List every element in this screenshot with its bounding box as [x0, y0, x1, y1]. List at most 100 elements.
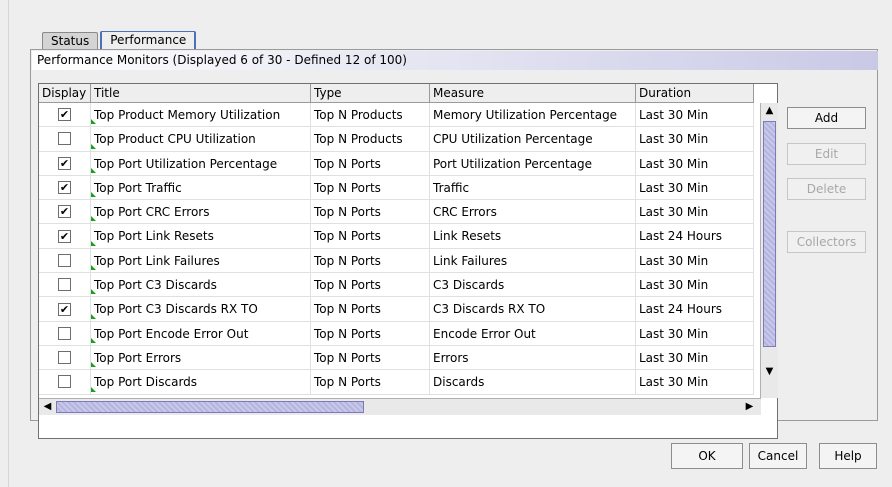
table-row[interactable]: Top Port C3 Discards Top N Ports C3 Disc… — [39, 273, 754, 298]
cell-title: Top Port Link Resets — [91, 224, 311, 249]
cell-measure: Errors — [430, 345, 636, 371]
display-checkbox[interactable] — [58, 132, 71, 146]
table-row[interactable]: Top Port Discards Top N Ports Discards L… — [39, 370, 754, 395]
cancel-button[interactable]: Cancel — [749, 443, 807, 469]
cell-duration: Last 24 Hours — [636, 297, 754, 322]
collectors-button[interactable]: Collectors — [787, 231, 866, 253]
display-checkbox[interactable]: ✔ — [58, 302, 71, 316]
dialog-frame: Status Performance Performance Monitors … — [8, 0, 892, 487]
cell-type: Top N Ports — [311, 175, 430, 201]
tab-status[interactable]: Status — [42, 32, 99, 49]
edit-button[interactable]: Edit — [787, 143, 866, 165]
column-header-type[interactable]: Type — [311, 84, 430, 103]
table-row[interactable]: ✔ Top Port Traffic Top N Ports Traffic L… — [39, 175, 754, 201]
cell-measure: CPU Utilization Percentage — [430, 127, 636, 152]
display-checkbox[interactable] — [58, 375, 71, 389]
cell-title: Top Port Link Failures — [91, 248, 311, 274]
display-checkbox[interactable]: ✔ — [58, 229, 71, 243]
display-checkbox[interactable] — [58, 326, 71, 340]
table-row[interactable]: Top Product CPU Utilization Top N Produc… — [39, 127, 754, 152]
cell-duration: Last 30 Min — [636, 200, 754, 225]
monitors-table: Display Title Type Measure Duration ✔ To… — [38, 83, 778, 439]
cell-type: Top N Ports — [311, 370, 430, 395]
cell-duration: Last 30 Min — [636, 248, 754, 274]
cell-measure: C3 Discards — [430, 273, 636, 298]
cell-title: Top Port Errors — [91, 345, 311, 371]
cell-duration: Last 30 Min — [636, 151, 754, 176]
table-row[interactable]: ✔ Top Port Link Resets Top N Ports Link … — [39, 224, 754, 249]
cell-measure: Port Utilization Percentage — [430, 151, 636, 176]
scroll-right-icon[interactable]: ▶ — [741, 399, 758, 415]
cell-type: Top N Products — [311, 127, 430, 152]
vertical-scroll-thumb[interactable] — [763, 121, 776, 347]
display-checkbox[interactable] — [58, 253, 71, 267]
tab-performance[interactable]: Performance — [100, 31, 197, 49]
horizontal-scroll-thumb[interactable] — [56, 401, 364, 413]
display-checkbox[interactable]: ✔ — [58, 181, 71, 195]
cell-measure: Traffic — [430, 175, 636, 201]
cell-type: Top N Ports — [311, 151, 430, 176]
cell-type: Top N Ports — [311, 345, 430, 371]
cell-measure: Link Failures — [430, 248, 636, 274]
table-row[interactable]: Top Port Link Failures Top N Ports Link … — [39, 248, 754, 274]
cell-type: Top N Ports — [311, 224, 430, 249]
cell-title: Top Port C3 Discards RX TO — [91, 297, 311, 322]
table-row[interactable]: ✔ Top Port C3 Discards RX TO Top N Ports… — [39, 297, 754, 322]
table-row[interactable]: ✔ Top Port CRC Errors Top N Ports CRC Er… — [39, 200, 754, 225]
scroll-left-icon[interactable]: ◀ — [39, 399, 56, 415]
cell-duration: Last 30 Min — [636, 370, 754, 395]
ok-button[interactable]: OK — [671, 443, 743, 469]
help-button[interactable]: Help — [819, 443, 877, 469]
cell-duration: Last 30 Min — [636, 127, 754, 152]
cell-measure: Discards — [430, 370, 636, 395]
cell-measure: CRC Errors — [430, 200, 636, 225]
cell-duration: Last 24 Hours — [636, 224, 754, 249]
cell-title: Top Product Memory Utilization — [91, 103, 311, 128]
cell-duration: Last 30 Min — [636, 103, 754, 128]
cell-duration: Last 30 Min — [636, 321, 754, 346]
table-row[interactable]: Top Port Errors Top N Ports Errors Last … — [39, 345, 754, 371]
cell-duration: Last 30 Min — [636, 175, 754, 201]
display-checkbox[interactable]: ✔ — [58, 156, 71, 170]
performance-monitors-panel: Performance Monitors (Displayed 6 of 30 … — [30, 49, 878, 439]
table-body: ✔ Top Product Memory Utilization Top N P… — [39, 103, 754, 395]
cell-measure: Encode Error Out — [430, 321, 636, 346]
cell-title: Top Port Encode Error Out — [91, 321, 311, 346]
table-row[interactable]: Top Port Encode Error Out Top N Ports En… — [39, 321, 754, 346]
add-button[interactable]: Add — [787, 107, 866, 129]
cell-title: Top Port Discards — [91, 370, 311, 395]
table-row[interactable]: ✔ Top Product Memory Utilization Top N P… — [39, 103, 754, 128]
cell-type: Top N Ports — [311, 321, 430, 346]
column-header-measure[interactable]: Measure — [430, 84, 636, 103]
scroll-up-icon[interactable]: ▲ — [761, 103, 778, 119]
display-checkbox[interactable]: ✔ — [58, 205, 71, 219]
cell-type: Top N Products — [311, 103, 430, 128]
cell-title: Top Port Traffic — [91, 175, 311, 201]
tab-bar: Status Performance — [42, 31, 198, 49]
cell-duration: Last 30 Min — [636, 345, 754, 371]
cell-type: Top N Ports — [311, 297, 430, 322]
table-header: Display Title Type Measure Duration — [39, 84, 754, 103]
panel-title: Performance Monitors (Displayed 6 of 30 … — [32, 51, 878, 70]
cell-title: Top Port C3 Discards — [91, 273, 311, 298]
cell-measure: Link Resets — [430, 224, 636, 249]
cell-duration: Last 30 Min — [636, 273, 754, 298]
horizontal-scrollbar[interactable]: ◀ ▶ — [39, 398, 761, 415]
column-header-title[interactable]: Title — [91, 84, 311, 103]
scroll-down-icon[interactable]: ▼ — [761, 364, 778, 380]
column-header-duration[interactable]: Duration — [636, 84, 754, 103]
cell-measure: C3 Discards RX TO — [430, 297, 636, 322]
vertical-scrollbar[interactable]: ▲ ▼ — [760, 103, 778, 398]
column-header-display[interactable]: Display — [39, 84, 91, 103]
cell-measure: Memory Utilization Percentage — [430, 103, 636, 128]
table-row[interactable]: ✔ Top Port Utilization Percentage Top N … — [39, 151, 754, 176]
cell-type: Top N Ports — [311, 200, 430, 225]
delete-button[interactable]: Delete — [787, 178, 866, 200]
cell-title: Top Port Utilization Percentage — [91, 151, 311, 176]
display-checkbox[interactable]: ✔ — [58, 108, 71, 122]
display-checkbox[interactable] — [58, 278, 71, 292]
cell-title: Top Port CRC Errors — [91, 200, 311, 225]
display-checkbox[interactable] — [58, 351, 71, 365]
cell-type: Top N Ports — [311, 273, 430, 298]
cell-title: Top Product CPU Utilization — [91, 127, 311, 152]
